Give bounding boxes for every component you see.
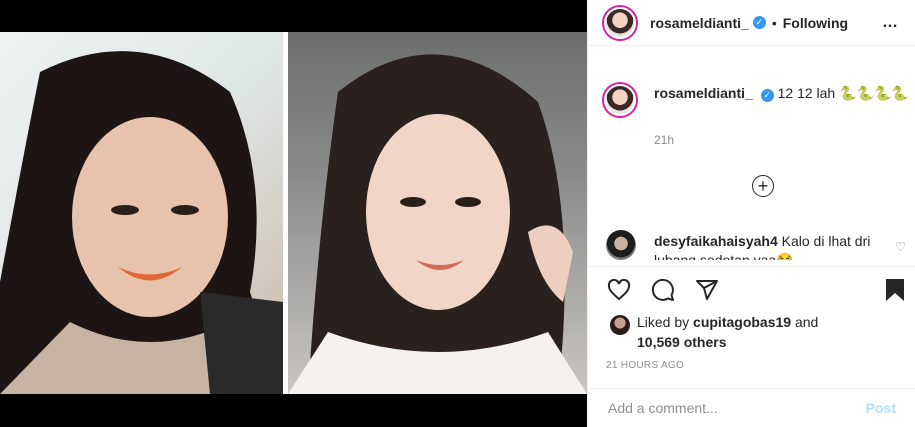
post-panel: rosameldianti_ ✓ • Following … rosameldi… xyxy=(587,0,915,427)
add-comment-bar: Post xyxy=(588,388,915,427)
photo-right xyxy=(288,32,587,394)
author-username[interactable]: rosameldianti_ xyxy=(650,15,749,31)
caption-time[interactable]: 21h xyxy=(654,133,674,147)
likes-count[interactable]: 10,569 others xyxy=(637,334,727,350)
comment-item: desyfaikahaisyah4 Kalo di lhat dri luban… xyxy=(606,230,906,260)
comment-icon[interactable] xyxy=(650,277,676,303)
comment-input[interactable] xyxy=(606,399,860,417)
verified-icon: ✓ xyxy=(760,89,774,102)
following-button[interactable]: Following xyxy=(783,15,848,31)
likes-summary: Liked by cupitagobas19 and 10,569 others xyxy=(606,312,906,352)
more-icon[interactable]: … xyxy=(882,14,899,32)
share-icon[interactable] xyxy=(694,277,720,303)
commenter-username[interactable]: desyfaikahaisyah4 xyxy=(654,233,778,249)
and-label: and xyxy=(794,314,819,330)
post-image[interactable] xyxy=(0,32,587,394)
photo-left xyxy=(0,32,283,394)
plus-circle-icon[interactable]: + xyxy=(752,175,774,197)
comment-text: desyfaikahaisyah4 Kalo di lhat dri luban… xyxy=(654,232,890,260)
bookmark-icon[interactable] xyxy=(882,277,908,303)
action-bar xyxy=(588,266,915,311)
caption-text: rosameldianti_ ✓ 12 12 lah 🐍🐍🐍🐍 xyxy=(654,84,914,103)
liked-by-label: Liked by xyxy=(637,314,690,330)
caption-body: 12 12 lah 🐍🐍🐍🐍 xyxy=(777,85,909,101)
verified-icon: ✓ xyxy=(752,16,766,29)
post-header: rosameldianti_ ✓ • Following … xyxy=(588,0,915,46)
separator-dot: • xyxy=(771,14,777,31)
author-avatar[interactable] xyxy=(602,4,638,41)
liker-avatar[interactable] xyxy=(610,315,630,335)
caption-username[interactable]: rosameldianti_ xyxy=(654,85,753,101)
post-button[interactable]: Post xyxy=(860,399,902,417)
commenter-avatar[interactable] xyxy=(606,230,636,260)
heart-icon[interactable] xyxy=(606,277,632,303)
likes-text: Liked by cupitagobas19 and 10,569 others xyxy=(637,312,818,352)
liker-username[interactable]: cupitagobas19 xyxy=(693,314,791,330)
post-media[interactable] xyxy=(0,0,587,427)
post-timestamp[interactable]: 21 HOURS AGO xyxy=(606,360,684,371)
comment-heart-icon[interactable]: ♡ xyxy=(895,240,906,254)
caption-avatar[interactable] xyxy=(602,82,638,118)
